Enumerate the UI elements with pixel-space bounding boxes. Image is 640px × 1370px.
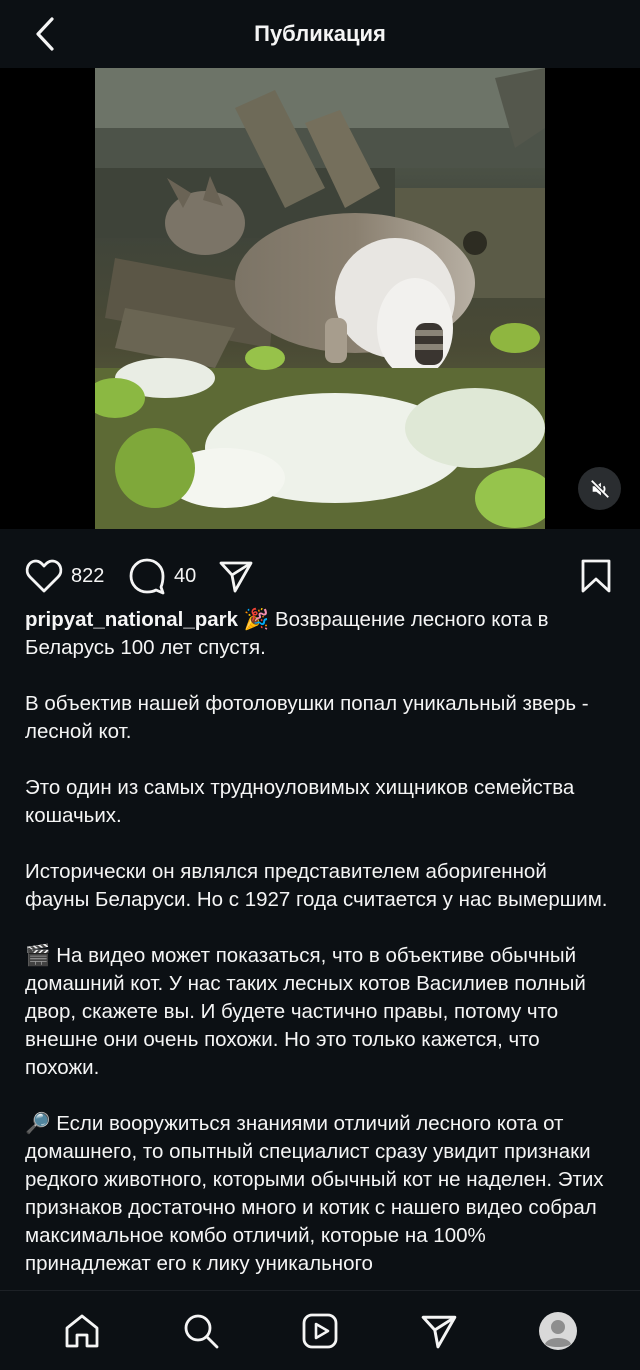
bookmark-icon: [581, 559, 611, 593]
profile-avatar: [539, 1312, 577, 1350]
comment-button[interactable]: 40: [128, 554, 196, 598]
mute-toggle-button[interactable]: [578, 467, 621, 510]
bookmark-button[interactable]: [580, 554, 612, 598]
post-caption: pripyat_national_park 🎉 Возвращение лесн…: [25, 606, 615, 1290]
comment-icon: [129, 558, 165, 595]
back-button[interactable]: [28, 14, 62, 54]
home-icon: [65, 1314, 99, 1348]
reels-icon: [302, 1313, 338, 1349]
direct-icon: [421, 1315, 457, 1349]
caption-paragraph: pripyat_national_park 🎉 Возвращение лесн…: [25, 606, 615, 662]
caption-paragraph: 🔎 Если вооружиться знаниями отличий лесн…: [25, 1112, 604, 1275]
nav-direct-button[interactable]: [417, 1309, 461, 1353]
like-count: 822: [71, 564, 105, 587]
heart-icon: [25, 559, 63, 593]
nav-profile-button[interactable]: [536, 1309, 580, 1353]
share-button[interactable]: [218, 554, 254, 598]
caption-paragraph: Исторически он являлся представителем аб…: [25, 860, 608, 911]
caption-paragraph: Это один из самых трудноуловимых хищнико…: [25, 776, 575, 827]
bottom-navigation: [0, 1290, 640, 1370]
share-icon: [219, 561, 253, 593]
post-actions: 822 40: [0, 554, 640, 598]
caption-paragraph: В объектив нашей фотоловушки попал уника…: [25, 692, 589, 743]
page-title: Публикация: [254, 21, 386, 46]
cat-video-frame[interactable]: [95, 68, 545, 529]
top-bar: Публикация: [0, 0, 640, 68]
muted-speaker-icon: [589, 478, 610, 499]
chevron-left-icon: [36, 17, 54, 51]
post-media[interactable]: [0, 68, 640, 529]
nav-home-button[interactable]: [60, 1309, 104, 1353]
nav-search-button[interactable]: [179, 1309, 223, 1353]
caption-paragraph: 🎬 На видео может показаться, что в объек…: [25, 944, 586, 1079]
author-username[interactable]: pripyat_national_park: [25, 608, 238, 631]
search-icon: [184, 1314, 219, 1349]
like-button[interactable]: 822: [25, 554, 104, 598]
nav-reels-button[interactable]: [298, 1309, 342, 1353]
comment-count: 40: [174, 564, 197, 587]
